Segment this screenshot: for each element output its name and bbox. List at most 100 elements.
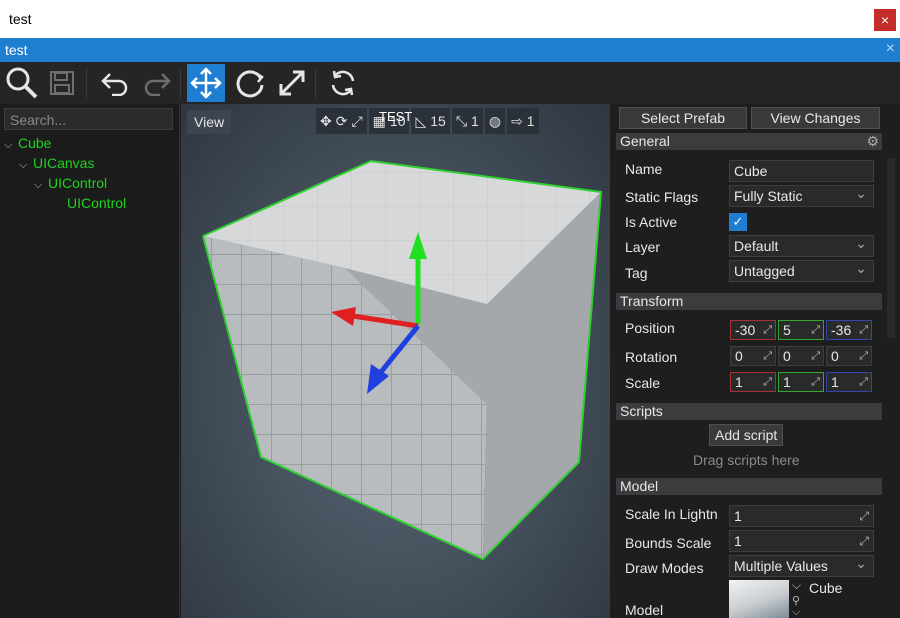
rotate-tool-button[interactable] [231,64,269,102]
value: 1 [734,533,742,549]
model-label: Model [625,602,664,618]
scale-icon[interactable]: ⤢ [351,113,362,130]
translate-tool-button[interactable] [187,64,225,102]
viewport-toolbar: ✥ ⟳ ⤢ ▦ 10 ◺ 15 ⤡ 1 ◍ ⇨ 1 [316,108,539,134]
tag-label: Tag [625,265,648,281]
value: 1 [734,508,742,524]
transform-space-button[interactable]: ◍ [484,108,506,134]
expand-icon[interactable]: ⤢ [859,373,868,391]
expand-icon[interactable]: ⤢ [763,373,772,391]
refresh-button[interactable] [324,64,362,102]
expand-icon[interactable]: ⤢ [859,531,869,551]
tag-dropdown[interactable]: Untagged [729,260,874,282]
chevron-down-icon[interactable]: ⌵ [19,155,33,175]
tab-test[interactable]: test [5,42,28,58]
select-prefab-button[interactable]: Select Prefab [619,107,747,129]
properties-panel: Select Prefab View Changes General ⚙ Nam… [612,104,900,618]
scale-label: Scale [625,375,661,391]
expand-icon[interactable]: ⤢ [859,506,869,526]
section-title: Model [620,478,659,494]
rotation-label: Rotation [625,349,678,365]
chevron-down-icon[interactable]: ⌵ [792,578,801,593]
position-z-field[interactable]: -36 ⤢ [826,320,872,340]
bounds-scale-label: Bounds Scale [625,535,712,551]
scale-x-field[interactable]: 1 ⤢ [730,372,776,392]
bounds-scale-field[interactable]: 1 ⤢ [729,530,874,552]
expand-icon[interactable]: ⤢ [811,321,820,339]
viewport-overlay-label: TEST [379,109,413,124]
gear-icon[interactable]: ⚙ [866,133,879,150]
model-thumbnail[interactable] [729,580,789,618]
main-toolbar [0,62,900,104]
is-active-checkbox[interactable]: ✓ [729,213,747,231]
toolbar-separator [180,68,181,98]
arrow-right-icon: ⇨ [511,112,523,129]
rotation-z-field[interactable]: 0 ⤢ [826,346,872,366]
tree-item-label: Cube [18,135,52,151]
tab-bar: test × [0,38,900,62]
gizmo-mode-group[interactable]: ✥ ⟳ ⤢ [316,108,367,134]
name-field[interactable]: Cube [729,160,874,182]
checkmark-icon: ✓ [732,214,744,229]
tree-item-cube[interactable]: ⌵ Cube [4,133,51,153]
value: 1 [831,374,839,390]
scale-snap-button[interactable]: ⤡ 1 [451,108,483,134]
rotation-y-field[interactable]: 0 ⤢ [778,346,824,366]
chevron-down-icon[interactable]: ⌵ [34,175,48,195]
rotate-icon[interactable]: ⟳ [336,113,348,130]
value: -30 [735,322,756,338]
position-x-field[interactable]: -30 ⤢ [730,320,776,340]
section-title: General [620,133,670,149]
expand-icon[interactable]: ⤢ [859,347,868,365]
properties-scrollbar[interactable] [882,148,900,618]
tree-item-uicontrol[interactable]: ⌵ UIControl [34,173,107,193]
search-button[interactable] [3,64,41,102]
scrollbar-thumb[interactable] [887,158,895,338]
camera-speed-button[interactable]: ⇨ 1 [507,108,539,134]
layer-dropdown[interactable]: Default [729,235,874,257]
rotation-x-field[interactable]: 0 ⤢ [730,346,776,366]
save-icon [50,71,74,95]
tree-item-uicanvas[interactable]: ⌵ UICanvas [19,153,94,173]
view-changes-button[interactable]: View Changes [751,107,880,129]
static-flags-dropdown[interactable]: Fully Static [729,185,874,207]
scale-tool-button[interactable] [273,64,311,102]
tree-search-input[interactable]: Search... [4,108,173,130]
scale-icon [279,70,305,96]
undo-button[interactable] [96,64,134,102]
chevron-down-icon[interactable]: ⌵ [792,606,800,618]
section-general-header[interactable]: General ⚙ [616,133,882,150]
tab-close-icon[interactable]: × [886,40,895,58]
add-script-button[interactable]: Add script [709,424,784,446]
angle-snap-value: 15 [430,113,446,129]
value: 0 [735,348,743,364]
expand-icon[interactable]: ⤢ [811,347,820,365]
save-button[interactable] [43,64,81,102]
expand-icon[interactable]: ⤢ [811,373,820,391]
undo-icon [101,73,128,96]
expand-icon[interactable]: ⤢ [763,321,772,339]
chevron-down-icon[interactable]: ⌵ [4,135,18,155]
position-y-field[interactable]: 5 ⤢ [778,320,824,340]
expand-icon[interactable]: ⤢ [859,321,868,339]
section-transform-header[interactable]: Transform [616,293,882,310]
value: 1 [783,374,791,390]
section-title: Scripts [620,403,663,419]
expand-icon[interactable]: ⤢ [763,347,772,365]
tree-item-uicontrol-child[interactable]: UIControl [67,193,126,213]
draw-modes-dropdown[interactable]: Multiple Values [729,555,874,577]
scene-viewport[interactable]: View ✥ ⟳ ⤢ ▦ 10 ◺ 15 ⤡ 1 ◍ ⇨ 1 TEST [181,104,610,618]
value: -36 [831,322,852,338]
section-model-header[interactable]: Model [616,478,882,495]
rotate-icon [236,70,264,98]
section-scripts-header[interactable]: Scripts [616,403,882,420]
redo-button[interactable] [138,64,176,102]
translate-icon[interactable]: ✥ [320,113,332,130]
position-label: Position [625,320,675,336]
scale-y-field[interactable]: 1 ⤢ [778,372,824,392]
window-close-button[interactable]: × [874,9,896,31]
scale-z-field[interactable]: 1 ⤢ [826,372,872,392]
scale-in-lightmap-field[interactable]: 1 ⤢ [729,505,874,527]
view-menu-button[interactable]: View [187,110,232,134]
angle-snap-button[interactable]: ◺ 15 [411,108,450,134]
